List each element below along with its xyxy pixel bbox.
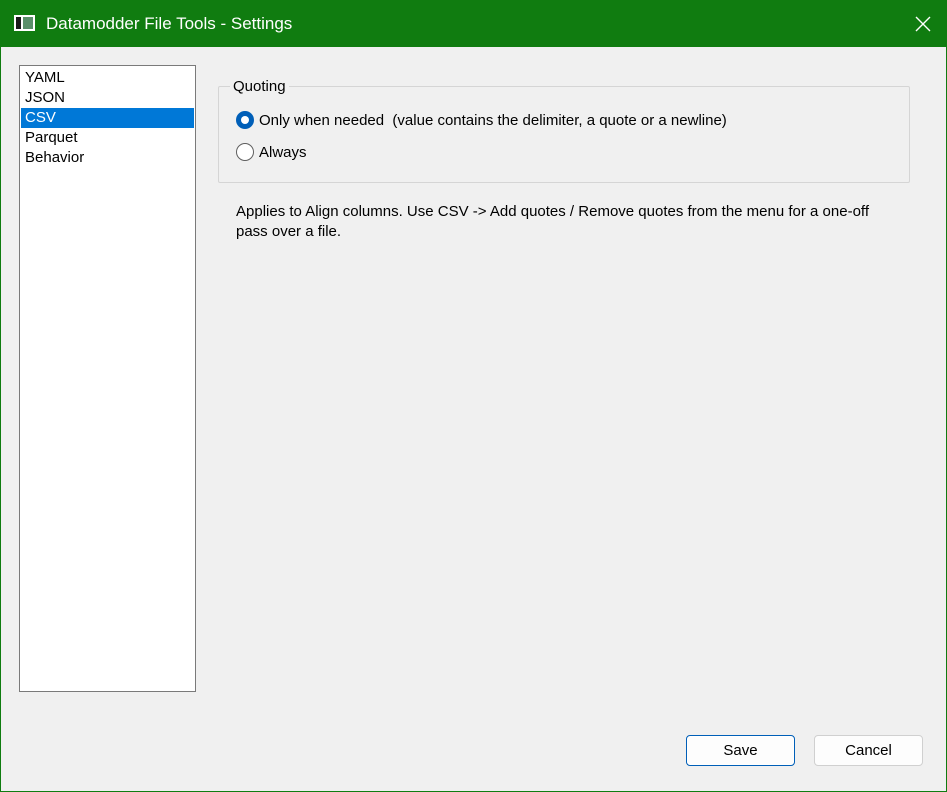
window-title: Datamodder File Tools - Settings	[46, 14, 293, 33]
radio-unchecked-icon[interactable]	[236, 143, 254, 161]
radio-only-when-needed-label[interactable]: Only when needed (value contains the del…	[259, 112, 727, 129]
list-item-parquet[interactable]: Parquet	[21, 128, 194, 148]
radio-checked-icon[interactable]	[236, 111, 254, 129]
list-item-behavior[interactable]: Behavior	[21, 148, 194, 168]
app-window-icon	[14, 15, 35, 31]
radio-only-when-needed[interactable]: Only when needed (value contains the del…	[236, 110, 727, 130]
list-item-json[interactable]: JSON	[21, 88, 194, 108]
settings-window: Datamodder File Tools - Settings YAML JS…	[0, 0, 947, 792]
close-button[interactable]	[900, 1, 946, 47]
quoting-groupbox	[218, 86, 910, 183]
list-item-csv[interactable]: CSV	[21, 108, 194, 128]
title-bar[interactable]: Datamodder File Tools - Settings	[1, 1, 946, 47]
help-note: Applies to Align columns. Use CSV -> Add…	[236, 203, 869, 240]
cancel-button[interactable]: Cancel	[814, 735, 923, 766]
category-list[interactable]: YAML JSON CSV Parquet Behavior	[19, 65, 196, 692]
radio-always-label[interactable]: Always	[259, 144, 307, 161]
quoting-legend: Quoting	[230, 78, 289, 96]
close-icon	[915, 16, 931, 32]
radio-always[interactable]: Always	[236, 142, 307, 162]
save-button[interactable]: Save	[686, 735, 795, 766]
list-item-yaml[interactable]: YAML	[21, 68, 194, 88]
